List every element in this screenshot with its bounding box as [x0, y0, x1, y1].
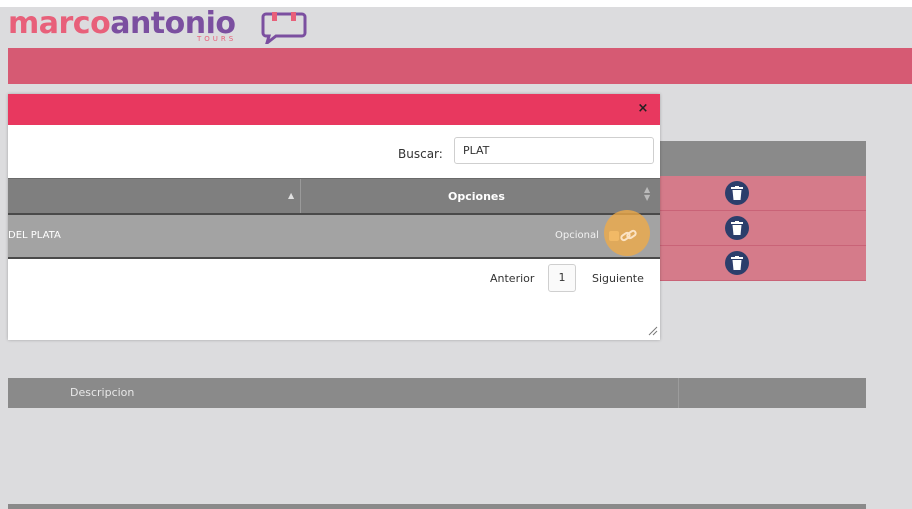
search-label: Buscar:: [398, 147, 443, 161]
lower-table-header: Descripcion: [8, 378, 866, 408]
row-name: DEL PLATA: [8, 230, 61, 241]
pagination-next[interactable]: Siguiente: [592, 272, 644, 285]
lower-table-footer: [8, 504, 866, 509]
column-divider: [678, 378, 679, 408]
search-input[interactable]: [454, 137, 654, 164]
brand-word-part1: marco: [8, 6, 111, 41]
trash-icon: [731, 186, 743, 200]
column-divider: [300, 179, 301, 213]
table-row: [640, 176, 866, 211]
column-header-opciones[interactable]: Opciones: [448, 190, 505, 203]
delete-button[interactable]: [725, 181, 749, 205]
table-row[interactable]: DEL PLATA Opcional: [8, 215, 660, 259]
pagination-page-1[interactable]: 1: [548, 264, 576, 292]
trash-icon: [731, 221, 743, 235]
delete-button[interactable]: [725, 251, 749, 275]
row-option-label: Opcional: [555, 230, 599, 241]
delete-button[interactable]: [725, 216, 749, 240]
sort-asc-icon[interactable]: ▲: [288, 191, 294, 200]
table-row: [640, 246, 866, 281]
background-table: [640, 141, 866, 281]
column-header-descripcion[interactable]: Descripcion: [70, 386, 134, 399]
sort-both-icon[interactable]: ▲ ▼: [644, 186, 650, 202]
trash-icon: [731, 256, 743, 270]
brand-logo[interactable]: marcoantonio TOURS: [8, 4, 308, 44]
pagination-previous[interactable]: Anterior: [490, 272, 534, 285]
resize-handle-icon[interactable]: [648, 326, 658, 336]
search-modal: × Buscar: ▲ Opciones ▲▼ DEL PLATA Opcion…: [8, 94, 660, 340]
close-icon[interactable]: ×: [636, 102, 650, 116]
modal-title-bar[interactable]: ×: [8, 94, 660, 125]
speech-bubble-icon: [261, 12, 307, 44]
header-bar: [8, 48, 912, 84]
link-icon[interactable]: [620, 229, 638, 243]
table-row: [640, 211, 866, 246]
brand-tagline: TOURS: [197, 35, 237, 43]
results-table-header: ▲ Opciones ▲ ▼: [8, 178, 660, 215]
background-table-header: [640, 141, 866, 176]
